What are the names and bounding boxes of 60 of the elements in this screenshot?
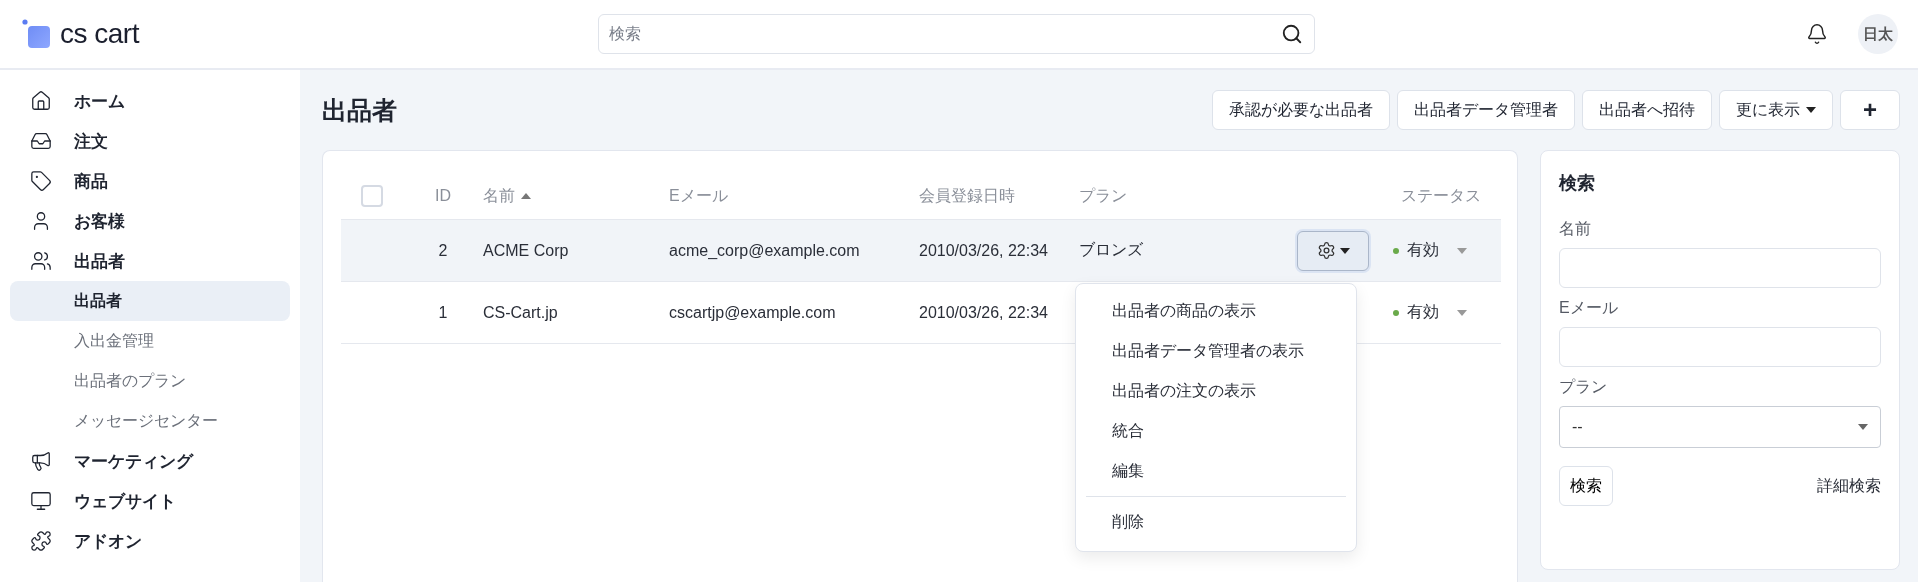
logo-icon — [22, 19, 52, 49]
home-icon — [30, 90, 52, 112]
search-field[interactable]: 検索 — [598, 14, 1315, 54]
input-field[interactable] — [1559, 327, 1881, 367]
field-label: 名前 — [1559, 219, 1592, 239]
table-cell: CS-Cart.jp — [483, 303, 558, 322]
sidebar-item[interactable]: 注文 — [10, 121, 290, 161]
menu-item[interactable]: 編集 — [1076, 451, 1356, 492]
sidebar-item[interactable]: 商品 — [10, 161, 290, 201]
megaphone-icon — [30, 450, 52, 472]
bell-icon[interactable] — [1806, 23, 1828, 45]
status-text[interactable]: 有効 — [1407, 302, 1439, 323]
table-cell: 1 — [438, 303, 448, 322]
search-icon[interactable] — [1281, 23, 1303, 45]
sidebar-item[interactable]: マーケティング — [10, 441, 290, 481]
action-button[interactable]: 出品者データ管理者 — [1397, 90, 1575, 130]
sidebar-item[interactable]: 出品者 — [10, 241, 290, 281]
menu-item[interactable]: 削除 — [1076, 502, 1356, 543]
table-cell: cscartjp@example.com — [669, 303, 836, 322]
menu-item[interactable]: 出品者の注文の表示 — [1076, 371, 1356, 412]
status-text[interactable]: 有効 — [1407, 240, 1439, 261]
advanced-search-link[interactable]: 詳細検索 — [1817, 475, 1881, 497]
table-cell: 2 — [438, 241, 448, 260]
add-button[interactable]: + — [1840, 90, 1900, 130]
puzzle-icon — [30, 530, 52, 552]
gear-icon — [1316, 241, 1336, 260]
menu-item[interactable]: 出品者の商品の表示 — [1076, 291, 1356, 332]
sidebar-item[interactable]: ホーム — [10, 81, 290, 121]
sidebar-subitem[interactable]: 入出金管理 — [10, 321, 290, 361]
action-button[interactable]: 出品者へ招待 — [1582, 90, 1712, 130]
sidebar-subitem[interactable]: 出品者のプラン — [10, 361, 290, 401]
table-cell: 2010/03/26, 22:34 — [919, 241, 1048, 260]
search-button[interactable]: 検索 — [1559, 466, 1613, 506]
panel-title: 検索 — [1559, 172, 1596, 195]
sidebar-item[interactable]: アドオン — [10, 521, 290, 561]
logo-text[interactable]: cs cart — [60, 18, 139, 50]
settings-button[interactable] — [1297, 230, 1369, 271]
select-field[interactable]: -- — [1559, 406, 1881, 448]
sidebar-item[interactable]: ウェブサイト — [10, 481, 290, 521]
table-cell: 2010/03/26, 22:34 — [919, 303, 1048, 322]
users-icon — [30, 250, 52, 272]
sidebar-item[interactable]: お客様 — [10, 201, 290, 241]
field-label: Eメール — [1559, 298, 1619, 318]
caret-icon — [1806, 107, 1816, 113]
input-field[interactable] — [1559, 248, 1881, 288]
menu-item[interactable]: 統合 — [1076, 411, 1356, 452]
inbox-icon — [30, 130, 52, 152]
user-avatar[interactable]: 日太 — [1858, 14, 1898, 54]
action-button[interactable]: 承認が必要な出品者 — [1212, 90, 1390, 130]
sidebar-subitem[interactable]: メッセージセンター — [10, 401, 290, 441]
table-cell-text: ブロンズ — [1079, 240, 1143, 260]
more-button[interactable]: 更に表示 — [1719, 90, 1833, 130]
table-cell: ACME Corp — [483, 241, 569, 260]
field-label: プラン — [1559, 377, 1608, 397]
page-title: 出品者 — [322, 94, 397, 126]
select-all-checkbox[interactable] — [361, 185, 383, 207]
tag-icon — [30, 170, 52, 192]
sidebar-subitem[interactable]: 出品者 — [10, 281, 290, 321]
table-cell: acme_corp@example.com — [669, 241, 860, 260]
monitor-icon — [30, 490, 52, 512]
